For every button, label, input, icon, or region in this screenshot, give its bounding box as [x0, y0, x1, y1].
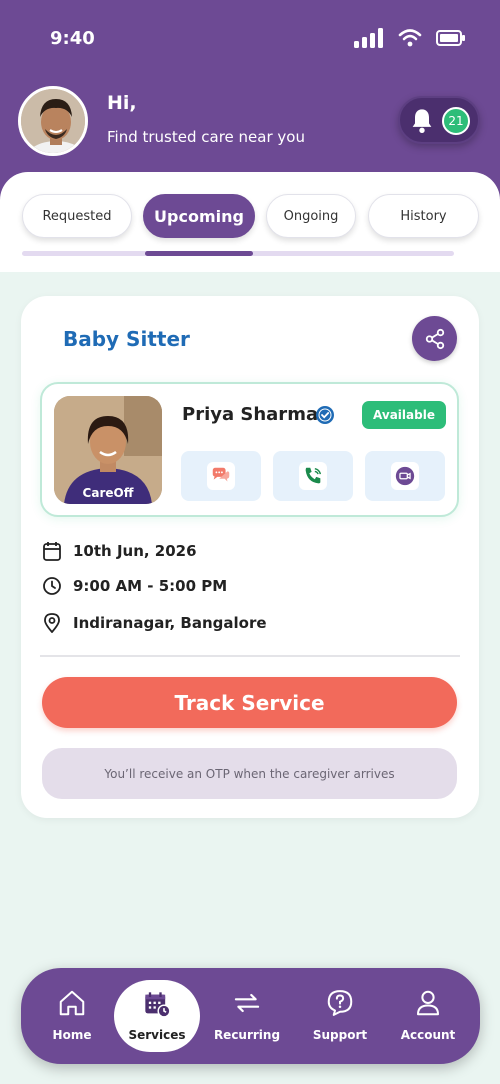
- notifications-button[interactable]: 21: [398, 96, 480, 144]
- bell-icon: [412, 109, 432, 134]
- phone-call-icon: [305, 467, 322, 484]
- tab-active-indicator: [145, 251, 253, 256]
- greeting-subtitle: Find trusted care near you: [107, 128, 305, 146]
- availability-badge: Available: [362, 401, 446, 429]
- verified-badge-icon: [316, 406, 334, 424]
- card-divider: [40, 655, 460, 657]
- battery-icon: [436, 30, 465, 46]
- booking-location: Indiranagar, Bangalore: [73, 614, 267, 632]
- booking-date: 10th Jun, 2026: [73, 542, 197, 560]
- nav-account-label: Account: [400, 1028, 456, 1042]
- chat-button[interactable]: [181, 451, 261, 501]
- tab-ongoing[interactable]: Ongoing: [266, 194, 356, 238]
- nav-services[interactable]: Services: [114, 980, 200, 1052]
- shirt-logo-text: CareOff: [83, 486, 134, 500]
- nav-support-label: Support: [312, 1028, 368, 1042]
- notification-count-badge: 21: [442, 107, 470, 135]
- nav-services-label: Services: [128, 1028, 186, 1042]
- home-icon: [59, 990, 85, 1016]
- status-time: 9:40: [50, 28, 95, 49]
- wifi-icon: [398, 29, 422, 47]
- user-icon: [417, 990, 439, 1016]
- otp-info-note: You’ll receive an OTP when the caregiver…: [42, 748, 457, 799]
- service-title: Baby Sitter: [63, 327, 190, 351]
- date-row: 10th Jun, 2026: [43, 541, 197, 561]
- status-bar: 9:40: [0, 0, 500, 78]
- repeat-icon: [234, 993, 260, 1013]
- clock-icon: [43, 577, 61, 595]
- caregiver-photo: CareOff: [54, 396, 162, 504]
- track-service-button[interactable]: Track Service: [42, 677, 457, 728]
- calendar-clock-icon: [145, 992, 171, 1018]
- call-button[interactable]: [273, 451, 353, 501]
- chat-icon: [212, 467, 230, 482]
- nav-account[interactable]: Account: [385, 982, 471, 1052]
- user-avatar[interactable]: [18, 86, 88, 156]
- location-pin-icon: [44, 613, 60, 633]
- greeting-title: Hi,: [107, 92, 137, 114]
- nav-home-label: Home: [52, 1028, 92, 1042]
- share-button[interactable]: [412, 316, 457, 361]
- video-call-button[interactable]: [365, 451, 445, 501]
- caregiver-portrait: CareOff: [54, 396, 162, 504]
- status-icons: [354, 28, 466, 48]
- nav-home[interactable]: Home: [29, 982, 115, 1052]
- location-row: Indiranagar, Bangalore: [43, 613, 267, 633]
- tab-history[interactable]: History: [368, 194, 479, 238]
- booking-time: 9:00 AM - 5:00 PM: [73, 577, 228, 595]
- tab-requested[interactable]: Requested: [22, 194, 132, 238]
- tab-upcoming[interactable]: Upcoming: [143, 194, 255, 238]
- nav-support[interactable]: Support: [297, 982, 383, 1052]
- help-chat-icon: [327, 990, 353, 1016]
- signal-icon: [354, 28, 383, 48]
- calendar-icon: [43, 542, 61, 561]
- video-call-icon: [395, 466, 415, 486]
- share-icon: [425, 328, 444, 349]
- time-row: 9:00 AM - 5:00 PM: [43, 577, 227, 595]
- caregiver-name: Priya Sharma: [182, 404, 319, 425]
- nav-recurring-label: Recurring: [213, 1028, 281, 1042]
- nav-recurring[interactable]: Recurring: [204, 982, 290, 1052]
